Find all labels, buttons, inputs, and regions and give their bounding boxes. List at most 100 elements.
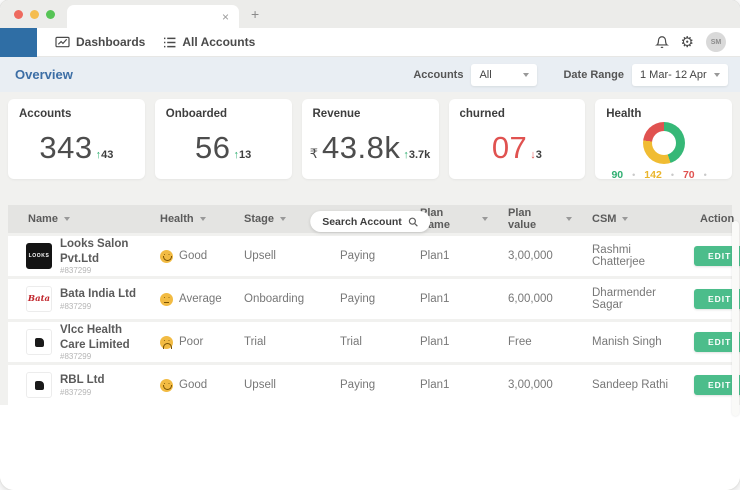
- nav-item-label: Dashboards: [76, 35, 146, 49]
- cell-plan-value: 3,00,000: [508, 379, 553, 391]
- column-header[interactable]: Name: [8, 213, 140, 225]
- tab-close-icon[interactable]: ×: [222, 11, 229, 23]
- health-legend: 90 142 70: [611, 169, 715, 181]
- legend-value: 70: [682, 169, 695, 181]
- health-card-body: 90 142 70: [606, 122, 721, 181]
- column-header-label: Stage: [244, 213, 274, 225]
- company-logo: Bata: [26, 286, 52, 312]
- close-window-button[interactable]: [14, 9, 23, 19]
- table-row: Vlcc Health Care Limited #837299 Poor Tr…: [8, 322, 740, 362]
- page-title: Overview: [15, 67, 73, 82]
- cell-action: EDIT: [680, 289, 740, 309]
- health-label: Average: [179, 293, 222, 305]
- notifications-bell-icon[interactable]: [654, 35, 669, 49]
- column-header[interactable]: Health: [140, 213, 224, 225]
- stat-card-label: Accounts: [19, 108, 72, 120]
- date-range-select[interactable]: 1 Mar- 12 Apr: [632, 63, 728, 86]
- minimize-window-button[interactable]: [30, 9, 39, 19]
- table-row: Bata Bata India Ltd #837299 Average Onbo…: [8, 279, 740, 319]
- company-name: RBL Ltd: [60, 374, 105, 387]
- stat-card: Onboarded 56 ↑13: [154, 99, 292, 179]
- date-range-label: Date Range: [563, 68, 624, 81]
- stat-card: Revenue ₹ 43.8k ↑3.7k: [301, 99, 439, 179]
- filter-caret-icon[interactable]: [279, 217, 286, 221]
- dashboards-chart-icon: [55, 36, 70, 49]
- date-range-value: 1 Mar- 12 Apr: [640, 68, 707, 81]
- brand-logo[interactable]: [0, 27, 37, 57]
- stat-card-label: Onboarded: [165, 108, 228, 120]
- company-name-block: RBL Ltd #837299: [60, 373, 105, 396]
- cell-stage: Trial: [244, 336, 266, 348]
- window-controls: [0, 9, 67, 19]
- company-logo: LOOKS: [26, 243, 52, 269]
- column-header[interactable]: Plan value: [488, 207, 572, 231]
- accounts-filter-value: All: [479, 68, 492, 81]
- browser-chrome: × +: [0, 0, 740, 28]
- overview-bar: Overview Accounts All Date Range 1 Mar- …: [0, 57, 740, 92]
- cell-csm: Rashmi Chatterjee: [592, 244, 646, 268]
- stat-card-value: 56 ↑13: [166, 130, 281, 166]
- column-header[interactable]: Action: [680, 213, 734, 225]
- browser-tab[interactable]: ×: [67, 5, 239, 28]
- cell-plan-name: Plan1: [420, 379, 450, 391]
- column-header-label: Name: [28, 213, 58, 225]
- column-header[interactable]: Stage: [224, 213, 320, 225]
- legend-item: 142: [644, 169, 683, 181]
- settings-gear-icon[interactable]: ⚙: [681, 35, 694, 50]
- user-avatar[interactable]: SM: [706, 32, 726, 52]
- company-name: Bata India Ltd: [60, 288, 137, 301]
- nav-item-label: All Accounts: [182, 35, 256, 49]
- delta-value: 3: [535, 149, 542, 161]
- cell-stage: Upsell: [244, 250, 276, 262]
- legend-value: 90: [611, 169, 624, 181]
- main-content: Accounts 343 ↑43 Onboarded 56 ↑13 Revenu…: [0, 92, 740, 416]
- health-face-icon: [160, 292, 173, 306]
- scrollbar-thumb[interactable]: [732, 221, 739, 416]
- kpi-cards: Accounts 343 ↑43 Onboarded 56 ↑13 Revenu…: [0, 92, 740, 186]
- cell-plan-name: Plan1: [420, 336, 450, 348]
- filter-caret-icon[interactable]: [63, 217, 70, 221]
- accounts-table: Search Account Name Health Stage Plan Na…: [0, 205, 740, 416]
- filter-caret-icon[interactable]: [622, 217, 629, 221]
- health-face-icon: [160, 249, 173, 263]
- bottom-spacer: [0, 405, 740, 490]
- health-face-icon: [160, 378, 173, 392]
- column-header-label: Plan value: [508, 207, 537, 231]
- company-id: #837299: [60, 265, 92, 275]
- search-account-button[interactable]: Search Account: [310, 211, 430, 232]
- company-id: #837299: [60, 351, 92, 361]
- delta-value: 13: [238, 149, 252, 161]
- cell-name: Bata Bata India Ltd #837299: [8, 286, 140, 312]
- health-label: Poor: [179, 336, 204, 348]
- stat-delta: ↑13: [233, 149, 251, 161]
- cell-action: EDIT: [680, 246, 740, 266]
- stat-delta: ↑3.7k: [403, 149, 430, 161]
- nav-item-all-accounts[interactable]: All Accounts: [163, 35, 255, 49]
- health-donut: [642, 122, 685, 164]
- nav-item-dashboards[interactable]: Dashboards: [55, 35, 145, 49]
- stat-card: churned 07 ↓3: [448, 99, 586, 179]
- column-header[interactable]: CSM: [572, 213, 680, 225]
- stat-value: 07: [491, 130, 528, 165]
- new-tab-button[interactable]: +: [251, 6, 259, 22]
- maximize-window-button[interactable]: [46, 9, 55, 19]
- cell-name: Vlcc Health Care Limited #837299: [8, 323, 140, 361]
- browser-window: × + Dashboards All Accounts ⚙ SM Overvie…: [0, 0, 740, 490]
- stat-card: Accounts 343 ↑43: [8, 99, 145, 179]
- health-label: Good: [179, 379, 208, 391]
- column-header-label: Health: [160, 213, 194, 225]
- cell-csm: Manish Singh: [592, 336, 662, 348]
- table-row: RBL Ltd #837299 Good Upsell Paying Plan1…: [8, 365, 740, 405]
- company-name: Looks Salon Pvt.Ltd: [60, 238, 129, 265]
- accounts-filter-select[interactable]: All: [471, 63, 538, 86]
- stat-delta: ↑43: [96, 149, 114, 161]
- chevron-down-icon: [523, 72, 530, 77]
- filter-caret-icon[interactable]: [199, 217, 206, 221]
- health-card: Health 90 142 70: [595, 99, 732, 181]
- cell-stage: Upsell: [244, 379, 276, 391]
- stat-value: 56: [195, 130, 231, 165]
- delta-value: 3.7k: [408, 149, 431, 161]
- stat-value: 43.8k: [322, 130, 401, 165]
- list-icon: [163, 37, 176, 48]
- cell-status: Paying: [340, 379, 376, 391]
